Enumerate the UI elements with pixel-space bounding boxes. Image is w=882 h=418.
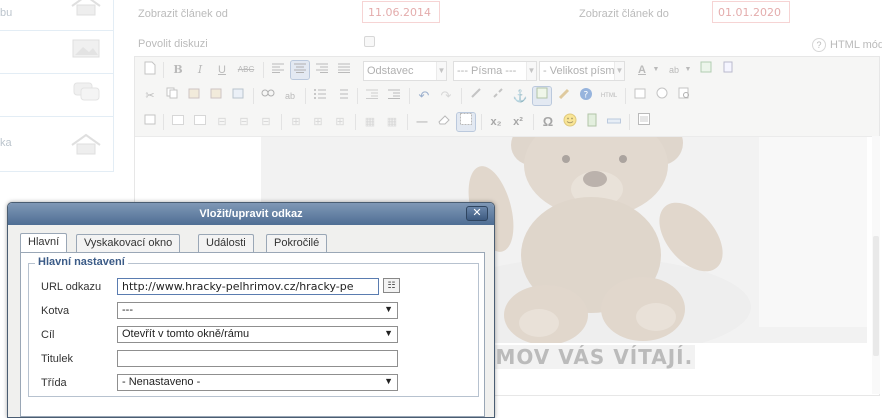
class-select-value: - Nenastaveno -	[122, 376, 201, 388]
page: bu ka Zobrazit článek od 11.06.2014 Zobr…	[0, 0, 882, 418]
dialog-title: Vložit/upravit odkaz	[8, 203, 494, 225]
class-label: Třída	[41, 377, 67, 389]
main-settings-legend: Hlavní nastavení	[35, 256, 128, 268]
tab-events[interactable]: Události	[198, 234, 254, 252]
tab-popup[interactable]: Vyskakovací okno	[76, 234, 181, 252]
anchor-select-value: ---	[122, 304, 133, 316]
title-input[interactable]	[117, 350, 398, 367]
insert-link-dialog: Vložit/upravit odkaz ✕ Hlavní Vyskakovac…	[7, 202, 495, 418]
target-label: Cíl	[41, 329, 55, 341]
target-select[interactable]: Otevřít v tomto okně/rámu ▼	[117, 326, 398, 343]
chevron-down-icon: ▼	[384, 376, 393, 386]
class-select[interactable]: - Nenastaveno - ▼	[117, 374, 398, 391]
url-input[interactable]: http://www.hracky-pelhrimov.cz/hracky-pe	[117, 278, 379, 295]
dialog-panel-main: Hlavní nastavení URL odkazu http://www.h…	[20, 252, 485, 417]
anchor-select[interactable]: --- ▼	[117, 302, 398, 319]
target-select-value: Otevřít v tomto okně/rámu	[122, 328, 250, 340]
title-label: Titulek	[41, 353, 73, 365]
tab-advanced[interactable]: Pokročilé	[266, 234, 328, 252]
browse-icon[interactable]: ☷	[383, 278, 400, 293]
main-settings-fieldset: Hlavní nastavení URL odkazu http://www.h…	[28, 256, 479, 397]
chevron-down-icon: ▼	[384, 304, 393, 314]
anchor-label: Kotva	[41, 305, 70, 317]
close-button[interactable]: ✕	[466, 206, 488, 221]
tab-main[interactable]: Hlavní	[20, 233, 68, 253]
url-label: URL odkazu	[41, 281, 102, 293]
chevron-down-icon: ▼	[384, 328, 393, 338]
